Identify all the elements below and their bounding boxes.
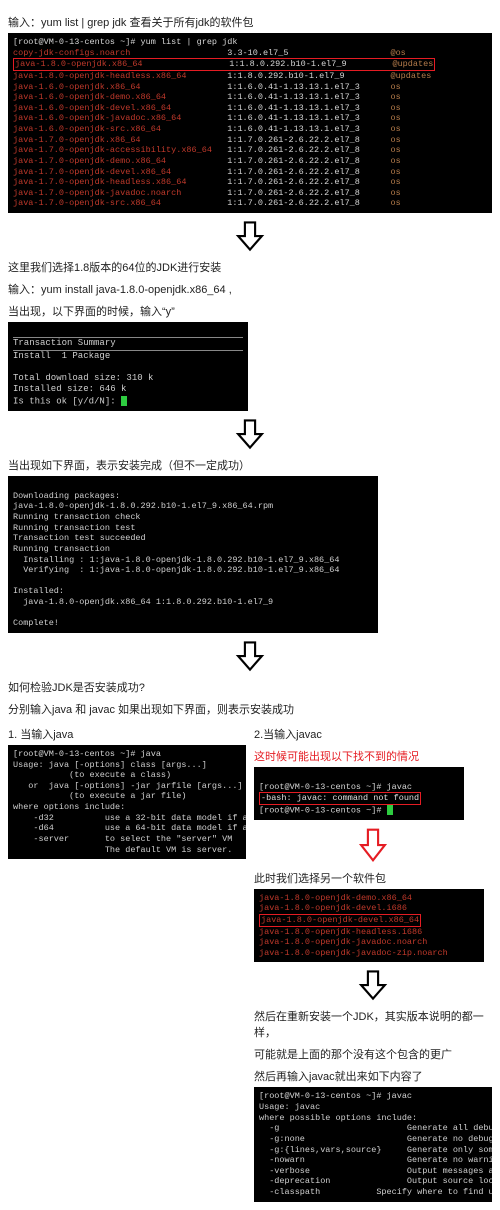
step6-terminal: [root@VM-0-13-centos ~]# javac Usage: ja… <box>254 1087 492 1201</box>
step1-terminal: [root@VM-0-13-centos ~]# yum list | grep… <box>8 33 492 213</box>
arrow-down-icon <box>8 219 492 253</box>
step4-right-title: 2.当输入javac <box>254 726 492 742</box>
step1-caption: 输入：yum list | grep jdk 查看关于所有jdk的软件包 <box>8 14 492 30</box>
step3-caption: 当出现如下界面，表示安装完成（但不一定成功） <box>8 457 492 473</box>
step2-line3: 当出现，以下界面的时候，输入“y” <box>8 303 492 319</box>
arrow-down-red-icon <box>254 826 492 864</box>
step2-terminal: Transaction Summary Install 1 Package To… <box>8 322 248 411</box>
step4-left-title: 1. 当输入java <box>8 726 246 742</box>
step6-l2: 可能就是上面的那个没有这个包含的更广 <box>254 1046 492 1062</box>
javac-error-terminal: [root@VM-0-13-centos ~]# javac -bash: ja… <box>254 767 464 820</box>
step2-line2: 输入：yum install java-1.8.0-openjdk.x86_64… <box>8 281 492 297</box>
arrow-down-icon <box>254 968 492 1002</box>
step3-terminal: Downloading packages: java-1.8.0-openjdk… <box>8 476 378 633</box>
step4-q: 如何检验JDK是否安装成功? <box>8 679 492 695</box>
step2-line1: 这里我们选择1.8版本的64位的JDK进行安装 <box>8 259 492 275</box>
arrow-down-icon <box>8 639 492 673</box>
step5-terminal: java-1.8.0-openjdk-demo.x86_64 java-1.8.… <box>254 889 484 963</box>
arrow-down-icon <box>8 417 492 451</box>
step4-warning: 这时候可能出现以下找不到的情况 <box>254 748 492 764</box>
step6-l1: 然后在重新安装一个JDK，其实版本说明的都一样， <box>254 1008 492 1040</box>
step5-caption: 此时我们选择另一个软件包 <box>254 870 492 886</box>
java-terminal: [root@VM-0-13-centos ~]# java Usage: jav… <box>8 745 246 859</box>
step6-l3: 然后再输入javac就出来如下内容了 <box>254 1068 492 1084</box>
step4-line: 分别输入java 和 javac 如果出现如下界面，则表示安装成功 <box>8 701 492 717</box>
